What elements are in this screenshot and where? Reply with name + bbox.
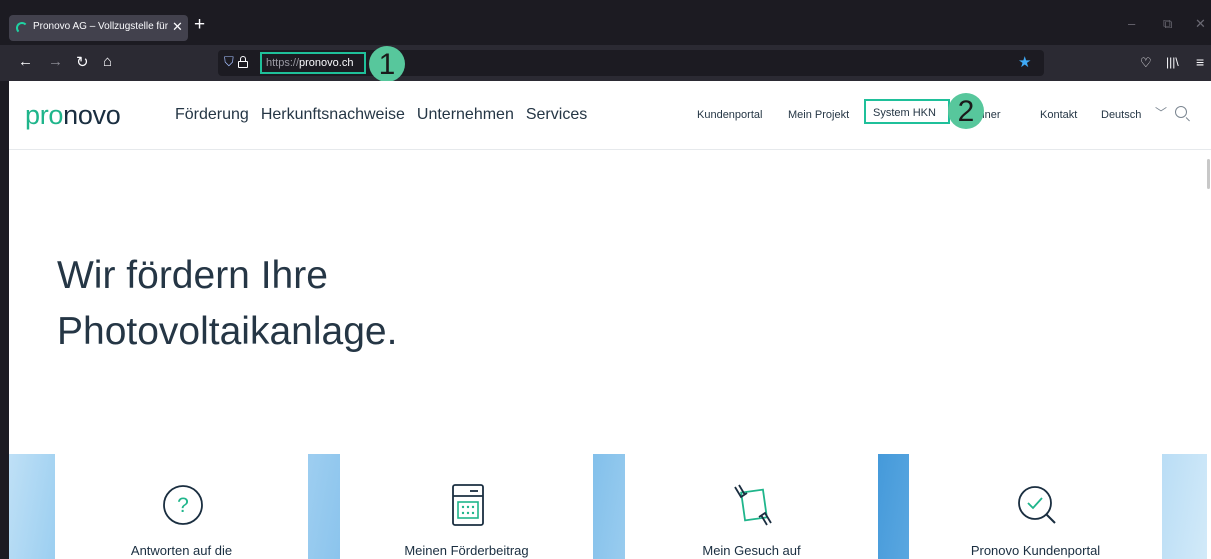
- back-arrow-icon[interactable]: ←: [18, 53, 33, 70]
- url-scheme: https://: [266, 57, 300, 69]
- main-navigation: Förderung Herkunftsnachweise Unternehmen Se…: [175, 106, 599, 124]
- card-kundenportal[interactable]: Pronovo Kundenportal: [909, 438, 1162, 559]
- tab-title: Pronovo AG – Vollzugstelle für l: [33, 21, 168, 32]
- nav-services[interactable]: Services: [526, 106, 587, 123]
- search-check-icon: [1018, 486, 1056, 524]
- forward-arrow-icon[interactable]: →: [48, 53, 63, 70]
- chevron-down-icon[interactable]: ﹀: [1155, 104, 1167, 121]
- card-faq[interactable]: ? Antworten auf die: [55, 438, 308, 559]
- system-hkn-highlight[interactable]: System HKN: [864, 99, 950, 124]
- tab-strip: Pronovo AG – Vollzugstelle für l ✕ + – ⧉…: [0, 0, 1211, 45]
- hero-line-1: Wir fördern Ihre: [57, 254, 328, 297]
- pronovo-logo[interactable]: pronovo: [25, 100, 121, 131]
- nav-foerderung[interactable]: Förderung: [175, 106, 249, 123]
- url-domain: pronovo.ch: [299, 57, 354, 69]
- svg-text:?: ?: [177, 494, 189, 517]
- loading-spinner-icon: [16, 22, 28, 34]
- restore-button[interactable]: ⧉: [1163, 16, 1172, 32]
- reload-icon[interactable]: ↻: [76, 53, 89, 71]
- lock-icon[interactable]: [238, 56, 248, 68]
- header-divider: [9, 149, 1211, 150]
- pocket-icon[interactable]: ♡: [1140, 55, 1152, 71]
- nav-kontakt[interactable]: Kontakt: [1040, 109, 1077, 121]
- bookmark-star-icon[interactable]: ★: [1018, 53, 1031, 71]
- question-circle-icon: ?: [163, 485, 203, 525]
- browser-tab[interactable]: Pronovo AG – Vollzugstelle für l ✕: [9, 15, 188, 41]
- card-gesuch[interactable]: Mein Gesuch auf: [625, 438, 878, 559]
- logo-novo: novo: [63, 100, 121, 130]
- nav-system-hkn: System HKN: [873, 107, 936, 119]
- close-window-button[interactable]: ✕: [1195, 16, 1206, 32]
- search-icon[interactable]: [1175, 106, 1187, 118]
- url-bar[interactable]: ⛉ https://pronovo.ch ★: [218, 50, 1044, 76]
- hero-headline: Wir fördern Ihre Photovoltaikanlage.: [57, 248, 397, 360]
- annotation-badge-1: 1: [369, 46, 405, 82]
- card-label: Meinen Förderbeitrag: [404, 543, 529, 558]
- nav-herkunftsnachweise[interactable]: Herkunftsnachweise: [261, 106, 405, 123]
- calculator-icon: [452, 484, 484, 526]
- annotation-badge-2: 2: [948, 93, 984, 129]
- browser-window: Pronovo AG – Vollzugstelle für l ✕ + – ⧉…: [0, 0, 1211, 559]
- minimize-button[interactable]: –: [1128, 16, 1135, 31]
- tracking-shield-icon[interactable]: ⛉: [224, 54, 234, 70]
- logo-pro: pro: [25, 100, 64, 130]
- new-tab-button[interactable]: +: [194, 14, 205, 36]
- card-foerderbeitrag[interactable]: Meinen Förderbeitrag: [340, 438, 593, 559]
- url-text[interactable]: https://pronovo.ch: [266, 57, 353, 69]
- navigation-toolbar: ← → ↻ ⌂ ⛉ https://pronovo.ch ★ ♡ |||\ ≡: [0, 45, 1211, 81]
- web-page: pronovo Förderung Herkunftsnachweise Unter…: [9, 81, 1211, 559]
- library-icon[interactable]: |||\: [1166, 55, 1179, 69]
- home-icon[interactable]: ⌂: [103, 53, 112, 70]
- scrollbar-thumb[interactable]: [1207, 159, 1210, 189]
- nav-unternehmen[interactable]: Unternehmen: [417, 106, 514, 123]
- tab-close-icon[interactable]: ✕: [172, 19, 183, 35]
- card-label: Antworten auf die: [130, 543, 233, 558]
- card-label: Mein Gesuch auf: [702, 543, 801, 558]
- url-highlight-box: https://pronovo.ch: [260, 52, 366, 74]
- language-select[interactable]: Deutsch: [1101, 109, 1141, 121]
- menu-icon[interactable]: ≡: [1196, 54, 1204, 70]
- hero-line-2: Photovoltaikanlage.: [57, 310, 398, 353]
- card-label: Pronovo Kundenportal: [970, 543, 1101, 558]
- hands-document-icon: [734, 484, 772, 526]
- nav-mein-projekt[interactable]: Mein Projekt: [788, 109, 849, 121]
- nav-kundenportal[interactable]: Kundenportal: [697, 109, 762, 121]
